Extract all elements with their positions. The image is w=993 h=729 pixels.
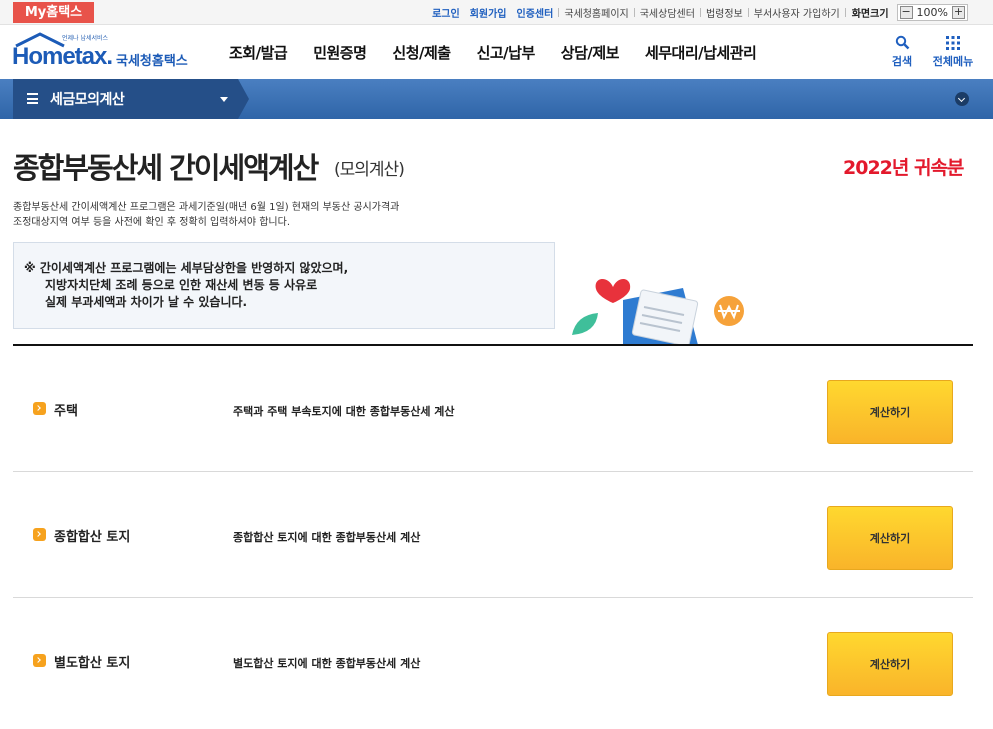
nav-item-consult-report[interactable]: 상담/제보: [561, 42, 620, 63]
all-menu-button[interactable]: 전체메뉴: [931, 34, 975, 69]
current-menu-title: 세금모의계산: [50, 92, 125, 108]
calc-row-house: 주택 주택과 주택 부속토지에 대한 종합부동산세 계산 계산하기: [13, 346, 973, 472]
intro-line: 종합부동산세 간이세액계산 프로그램은 과세기준일(매년 6월 1일) 현재의 …: [13, 202, 400, 213]
nts-homepage-link[interactable]: 국세청홈페이지: [559, 5, 633, 20]
zoom-control: − 100% +: [896, 4, 968, 21]
nav-item-application[interactable]: 신청/제출: [392, 42, 451, 63]
notice-line: ※ 간이세액계산 프로그램에는 세부담상한을 반영하지 않았으며,: [24, 261, 349, 275]
calculate-button[interactable]: 계산하기: [827, 632, 953, 696]
intro-text: 종합부동산세 간이세액계산 프로그램은 과세기준일(매년 6월 1일) 현재의 …: [13, 200, 399, 230]
row-description: 종합합산 토지에 대한 종합부동산세 계산: [233, 531, 421, 544]
calculate-button[interactable]: 계산하기: [827, 380, 953, 444]
zoom-value: 100%: [916, 6, 948, 19]
nav-item-filing-payment[interactable]: 신고/납부: [477, 42, 536, 63]
row-title: 주택: [54, 404, 78, 419]
chevron-down-icon: [220, 97, 228, 102]
top-utility-bar: My홈택스 로그인 회원가입 인증센터 국세청홈페이지 국세상담센터 법령정보 …: [0, 0, 993, 25]
certificate-center-link[interactable]: 인증센터: [512, 5, 559, 20]
nav-item-tax-agent[interactable]: 세무대리/납세관리: [645, 42, 757, 63]
dept-user-signup-link[interactable]: 부서사용자 가입하기: [749, 5, 845, 20]
top-links: 로그인 회원가입 인증센터 국세청홈페이지 국세상담센터 법령정보 부서사용자 …: [427, 0, 968, 25]
notice-line: 지방자치단체 조례 등으로 인한 재산세 변동 등 사유로: [45, 278, 318, 292]
intro-line: 조정대상지역 여부 등을 사전에 확인 후 정확히 입력하셔야 합니다.: [13, 217, 291, 228]
zoom-in-button[interactable]: +: [952, 6, 965, 19]
search-label: 검색: [891, 55, 913, 68]
search-button[interactable]: 검색: [880, 34, 924, 69]
logo-korean-name: 국세청홈택스: [116, 54, 188, 69]
tax-illustration-icon: [572, 278, 744, 345]
signup-link[interactable]: 회원가입: [465, 5, 512, 20]
logo-wordmark: Hometax.: [12, 43, 113, 70]
nav-item-inquiry-issue[interactable]: 조회/발급: [229, 42, 288, 63]
law-info-link[interactable]: 법령정보: [701, 5, 748, 20]
hamburger-icon: [27, 93, 38, 104]
all-menu-label: 전체메뉴: [932, 55, 974, 68]
calc-row-combined-land: 종합합산 토지 종합합산 토지에 대한 종합부동산세 계산 계산하기: [13, 472, 973, 598]
zoom-out-button[interactable]: −: [899, 6, 913, 19]
global-nav: 조회/발급 민원증명 신청/제출 신고/납부 상담/제보 세무대리/납세관리: [229, 25, 782, 79]
arrow-bullet-icon: [33, 402, 46, 415]
calc-row-separate-land: 별도합산 토지 별도합산 토지에 대한 종합부동산세 계산 계산하기: [13, 598, 973, 724]
hometax-logo[interactable]: 언제나 납세서비스 Hometax. 국세청홈택스: [12, 32, 197, 74]
nav-item-civil-certificate[interactable]: 민원증명: [313, 42, 367, 63]
arrow-bullet-icon: [33, 528, 46, 541]
my-hometax-button[interactable]: My홈택스: [13, 2, 94, 23]
search-icon: [880, 34, 924, 51]
tax-year-label: 2022년 귀속분: [843, 157, 964, 179]
arrow-bullet-icon: [33, 654, 46, 667]
zoom-label: 화면크기: [851, 9, 889, 20]
logo-tagline: 언제나 납세서비스: [62, 35, 109, 42]
grid-menu-icon: [931, 34, 975, 51]
row-title: 종합합산 토지: [54, 530, 131, 545]
sub-navigation-bar: 세금모의계산: [0, 79, 993, 119]
main-header: 언제나 납세서비스 Hometax. 국세청홈택스 조회/발급 민원증명 신청/…: [0, 25, 993, 79]
current-menu-dropdown[interactable]: 세금모의계산: [13, 79, 249, 119]
row-title: 별도합산 토지: [54, 656, 131, 671]
login-link[interactable]: 로그인: [427, 5, 465, 20]
page-title: 종합부동산세 간이세액계산: [13, 151, 319, 185]
tax-consult-center-link[interactable]: 국세상담센터: [635, 5, 700, 20]
calculate-button[interactable]: 계산하기: [827, 506, 953, 570]
notice-box: ※ 간이세액계산 프로그램에는 세부담상한을 반영하지 않았으며, 지방자치단체…: [13, 242, 555, 329]
row-description: 주택과 주택 부속토지에 대한 종합부동산세 계산: [233, 405, 455, 418]
page-subtitle: (모의계산): [334, 160, 405, 180]
notice-line: 실제 부과세액과 차이가 날 수 있습니다.: [45, 295, 248, 309]
row-description: 별도합산 토지에 대한 종합부동산세 계산: [233, 657, 421, 670]
expand-toggle-icon[interactable]: [955, 92, 969, 106]
